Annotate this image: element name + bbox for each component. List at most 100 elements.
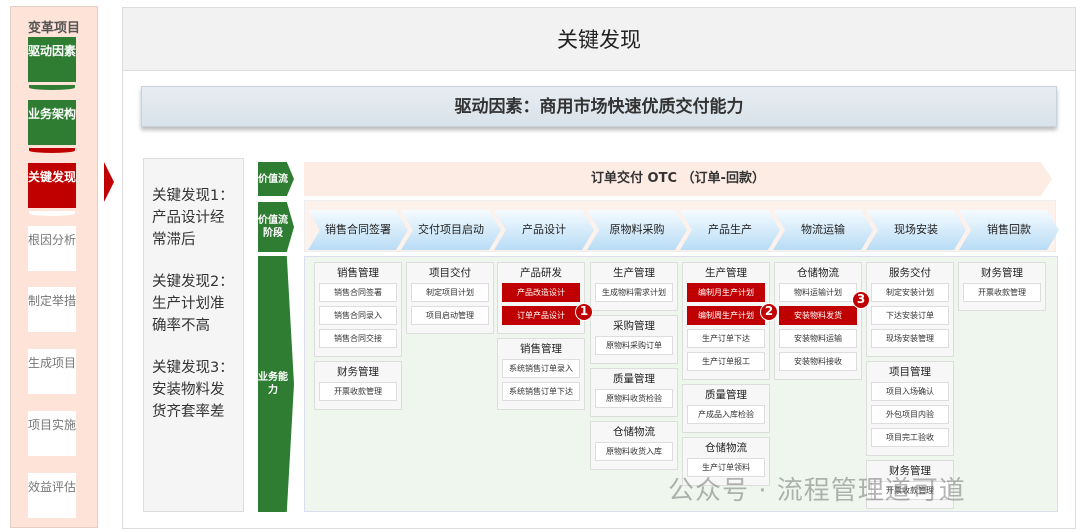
capability-item[interactable]: 系统销售订单下达 — [502, 382, 580, 401]
capability-item[interactable]: 安装物料运输 — [779, 329, 857, 348]
capability-group: 采购管理原物料采购订单 — [590, 315, 678, 364]
capability-group: 服务交付制定安装计划下达安装订单现场安装管理 — [866, 262, 954, 357]
group-title: 服务交付 — [871, 265, 949, 280]
group-title: 财务管理 — [963, 265, 1041, 280]
group-title: 财务管理 — [319, 364, 397, 379]
flow-arrow — [29, 85, 75, 90]
highlighted-capability[interactable]: 订单产品设计 — [502, 306, 580, 325]
capability-group: 仓储物流物料运输计划安装物料发货安装物料运输安装物料接收3 — [774, 262, 862, 380]
otc-value-stream: 订单交付 OTC （订单-回款） — [304, 162, 1052, 196]
flow-arrow — [29, 148, 75, 153]
capability-item[interactable]: 项目入场确认 — [871, 382, 949, 401]
capability-item[interactable]: 生产订单报工 — [687, 352, 765, 371]
sidebar-item[interactable]: 效益评估 — [28, 473, 76, 518]
highlighted-capability[interactable]: 产品改造设计 — [502, 283, 580, 302]
group-title: 仓储物流 — [595, 424, 673, 439]
group-title: 生产管理 — [687, 265, 765, 280]
capability-item[interactable]: 开票收款管理 — [319, 382, 397, 401]
capability-column: 销售管理销售合同签署销售合同录入销售合同交接财务管理开票收款管理 — [314, 262, 402, 410]
capability-tag: 业务能力 — [258, 256, 294, 512]
group-title: 销售管理 — [502, 341, 580, 356]
capability-item[interactable]: 制定项目计划 — [411, 283, 489, 302]
capability-column: 生产管理生成物料需求计划采购管理原物料采购订单质量管理原物料收货检验仓储物流原物… — [590, 262, 678, 470]
group-title: 质量管理 — [595, 371, 673, 386]
finding-badge: 1 — [575, 303, 593, 321]
capability-group: 产品研发产品改造设计订单产品设计1 — [497, 262, 585, 334]
capability-group: 销售管理销售合同签署销售合同录入销售合同交接 — [314, 262, 402, 357]
capability-column: 产品研发产品改造设计订单产品设计1销售管理系统销售订单录入系统销售订单下达 — [497, 262, 585, 410]
capability-item[interactable]: 产成品入库检验 — [687, 405, 765, 424]
flow-arrow — [29, 211, 75, 216]
stage-tag: 价值流阶段 — [258, 202, 294, 252]
stage-chevron: 销售回款 — [959, 210, 1059, 250]
capability-group: 生产管理编制月生产计划编制周生产计划生产订单下达生产订单报工2 — [682, 262, 770, 380]
sidebar-title: 变革项目 — [11, 17, 97, 36]
finding-1: 关键发现1：产品设计经常滞后 — [152, 185, 235, 251]
capability-group: 质量管理原物料收货检验 — [590, 368, 678, 417]
capability-item[interactable]: 开票收款管理 — [963, 283, 1041, 302]
highlighted-capability[interactable]: 编制周生产计划 — [687, 306, 765, 325]
finding-badge: 3 — [852, 291, 870, 309]
current-step-marker — [104, 162, 114, 202]
findings-panel: 关键发现1：产品设计经常滞后 关键发现2：生产计划准确率不高 关键发现3：安装物… — [143, 158, 244, 512]
stage-chevron: 现场安装 — [866, 210, 966, 250]
capability-group: 生产管理生成物料需求计划 — [590, 262, 678, 311]
group-title: 项目管理 — [871, 364, 949, 379]
group-title: 仓储物流 — [687, 440, 765, 455]
stage-chevron: 产品设计 — [494, 210, 594, 250]
capability-item[interactable]: 项目启动管理 — [411, 306, 489, 325]
sidebar-item[interactable]: 驱动因素 — [28, 37, 76, 82]
sidebar: 变革项目 驱动因素业务架构关键发现根因分析制定举措生成项目项目实施效益评估 — [10, 6, 98, 528]
capability-item[interactable]: 销售合同录入 — [319, 306, 397, 325]
sidebar-item[interactable]: 制定举措 — [28, 287, 76, 332]
stage-chevron: 产品生产 — [680, 210, 780, 250]
capability-item[interactable]: 外包项目内验 — [871, 405, 949, 424]
capability-group: 项目管理项目入场确认外包项目内验项目完工验收 — [866, 361, 954, 456]
watermark: 公众号 · 流程管理道可道 — [668, 470, 966, 507]
capability-column: 财务管理开票收款管理 — [958, 262, 1046, 311]
group-title: 质量管理 — [687, 387, 765, 402]
sidebar-item[interactable]: 关键发现 — [28, 163, 76, 208]
stage-chevron: 交付项目启动 — [401, 210, 501, 250]
capability-group: 财务管理开票收款管理 — [958, 262, 1046, 311]
highlighted-capability[interactable]: 编制月生产计划 — [687, 283, 765, 302]
sidebar-item[interactable]: 根因分析 — [28, 226, 76, 271]
capability-item[interactable]: 生成物料需求计划 — [595, 283, 673, 302]
sidebar-item[interactable]: 项目实施 — [28, 411, 76, 456]
capability-column: 生产管理编制月生产计划编制周生产计划生产订单下达生产订单报工2质量管理产成品入库… — [682, 262, 770, 486]
capability-item[interactable]: 项目完工验收 — [871, 428, 949, 447]
stage-chevron: 物流运输 — [773, 210, 873, 250]
value-stream-tag: 价值流 — [258, 162, 294, 196]
page-title: 关键发现 — [122, 7, 1076, 71]
sidebar-item[interactable]: 生成项目 — [28, 349, 76, 394]
capability-item[interactable]: 原物料收货入库 — [595, 442, 673, 461]
driver-banner: 驱动因素：商用市场快速优质交付能力 — [141, 86, 1057, 127]
finding-2: 关键发现2：生产计划准确率不高 — [152, 271, 235, 337]
capability-item[interactable]: 系统销售订单录入 — [502, 359, 580, 378]
finding-3: 关键发现3：安装物料发货齐套率差 — [152, 357, 235, 423]
group-title: 采购管理 — [595, 318, 673, 333]
capability-item[interactable]: 安装物料接收 — [779, 352, 857, 371]
capability-item[interactable]: 制定安装计划 — [871, 283, 949, 302]
capability-item[interactable]: 下达安装订单 — [871, 306, 949, 325]
capability-item[interactable]: 销售合同签署 — [319, 283, 397, 302]
highlighted-capability[interactable]: 安装物料发货 — [779, 306, 857, 325]
capability-item[interactable]: 生产订单下达 — [687, 329, 765, 348]
capability-item[interactable]: 销售合同交接 — [319, 329, 397, 348]
capability-item[interactable]: 原物料收货检验 — [595, 389, 673, 408]
finding-badge: 2 — [760, 303, 778, 321]
capability-item[interactable]: 物料运输计划 — [779, 283, 857, 302]
group-title: 销售管理 — [319, 265, 397, 280]
capability-group: 财务管理开票收款管理 — [314, 361, 402, 410]
sidebar-item[interactable]: 业务架构 — [28, 100, 76, 145]
capability-group: 仓储物流原物料收货入库 — [590, 421, 678, 470]
group-title: 项目交付 — [411, 265, 489, 280]
capability-group: 项目交付制定项目计划项目启动管理 — [406, 262, 494, 334]
group-title: 生产管理 — [595, 265, 673, 280]
capability-column: 项目交付制定项目计划项目启动管理 — [406, 262, 494, 334]
stage-chevron: 原物料采购 — [587, 210, 687, 250]
capability-group: 质量管理产成品入库检验 — [682, 384, 770, 433]
group-title: 产品研发 — [502, 265, 580, 280]
capability-item[interactable]: 原物料采购订单 — [595, 336, 673, 355]
capability-item[interactable]: 现场安装管理 — [871, 329, 949, 348]
